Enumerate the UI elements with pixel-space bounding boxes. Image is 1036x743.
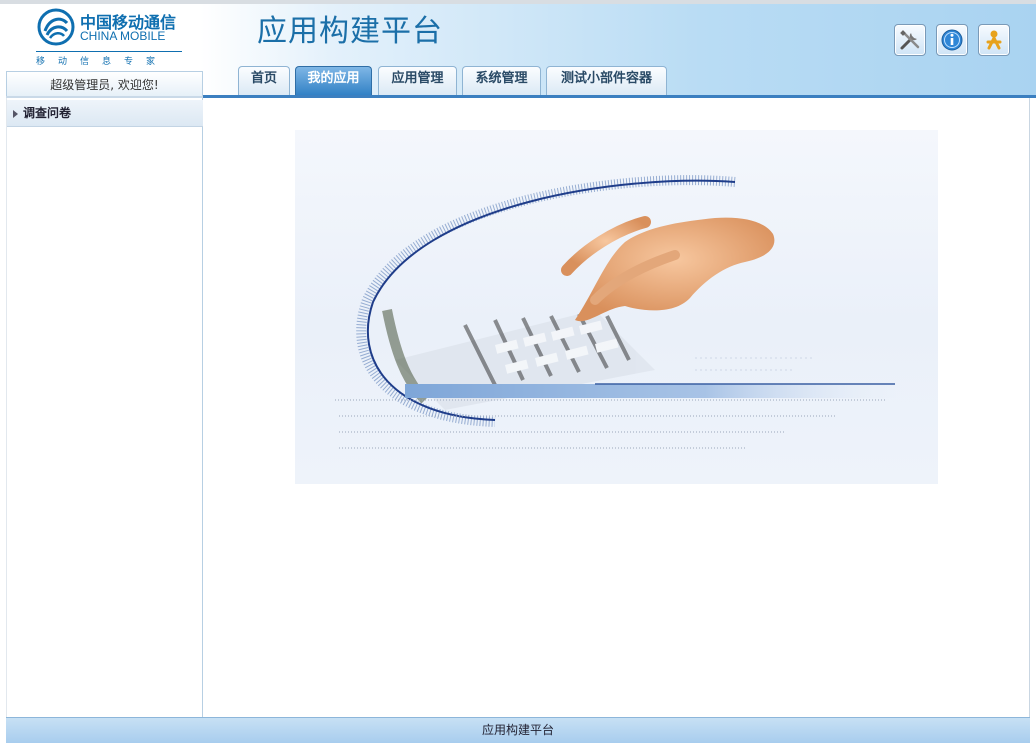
footer: 应用构建平台: [6, 717, 1030, 743]
china-mobile-logo-mark: [37, 8, 75, 46]
logo-english-text: CHINA MOBILE: [80, 29, 166, 43]
sidebar-item-label: 调查问卷: [23, 106, 72, 120]
sidebar: 调查问卷: [6, 98, 203, 717]
tab-home[interactable]: 首页: [238, 66, 290, 95]
help-icon: [941, 29, 963, 51]
tab-widget-container-test[interactable]: 测试小部件容器: [546, 66, 667, 95]
tab-app-management[interactable]: 应用管理: [378, 66, 457, 95]
settings-button[interactable]: [894, 24, 926, 56]
header: 中国移动通信 CHINA MOBILE 移动信息专家 应用构建平台 超级管理员,…: [0, 0, 1036, 98]
logo-slogan: 移动信息专家: [36, 51, 182, 67]
top-border: [0, 0, 1036, 4]
tab-system-management[interactable]: 系统管理: [462, 66, 541, 95]
sidebar-item-survey[interactable]: 调查问卷: [7, 100, 203, 127]
settings-icon: [900, 30, 920, 50]
welcome-message: 超级管理员, 欢迎您!: [6, 71, 203, 96]
user-icon: [986, 30, 1002, 50]
hand-typing-illustration: [335, 175, 905, 449]
tab-my-apps[interactable]: 我的应用: [295, 66, 372, 96]
help-button[interactable]: [936, 24, 968, 56]
app-title: 应用构建平台: [257, 14, 443, 49]
triangle-right-icon: [13, 110, 18, 118]
china-mobile-logo: 中国移动通信 CHINA MOBILE 移动信息专家: [36, 7, 182, 67]
welcome-banner-image: [295, 130, 938, 484]
user-button[interactable]: [978, 24, 1010, 56]
main-right-border: [1029, 98, 1030, 717]
